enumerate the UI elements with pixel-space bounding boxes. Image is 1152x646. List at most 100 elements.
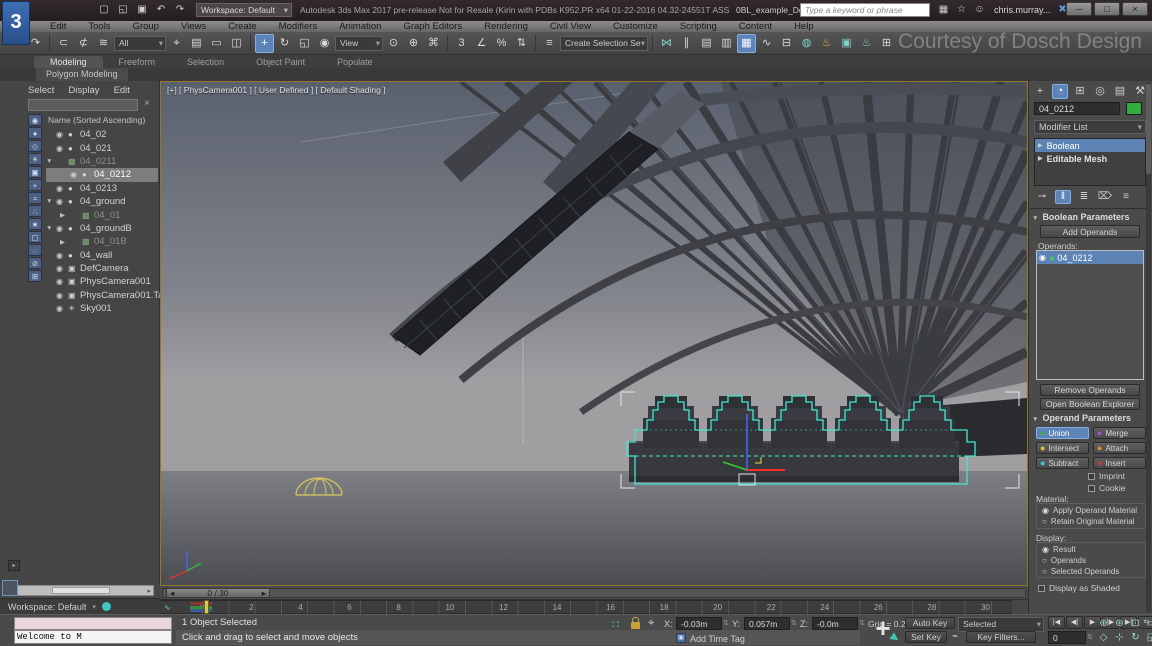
explorer-menu-item[interactable]: Edit <box>114 85 130 96</box>
new-scene-icon[interactable]: ▢ <box>96 3 112 17</box>
coordinate-display-icon[interactable]: ⌖ <box>648 617 654 630</box>
prev-frame-arrow[interactable]: ◂ <box>170 588 174 599</box>
visibility-eye-icon[interactable]: ◉ <box>56 184 68 193</box>
display-as-shaded-checkbox[interactable]: Display as Shaded <box>1038 583 1120 593</box>
snap-3d-icon[interactable]: 3 <box>452 34 471 53</box>
explorer-search-input[interactable] <box>28 99 138 111</box>
ribbon-toggle-icon[interactable]: ▦ <box>737 34 756 53</box>
menu-item[interactable]: Group <box>123 21 169 32</box>
select-move-icon[interactable]: + <box>255 34 274 53</box>
schematic-view-icon[interactable]: ⊟ <box>777 34 796 53</box>
polygon-modeling-panel[interactable]: Polygon Modeling <box>36 68 128 81</box>
menu-item[interactable]: Tools <box>78 21 120 32</box>
radio-icon[interactable]: ○ <box>1042 517 1047 526</box>
track-bar-slider[interactable] <box>204 600 209 614</box>
set-key-button[interactable]: Set Key <box>905 631 947 643</box>
row-04_0211[interactable]: ▼ ▩ 04_0211 <box>46 155 158 168</box>
operands-list[interactable]: ◉ ● 04_0212 <box>1036 250 1144 380</box>
visibility-eye-icon[interactable]: ◉ <box>56 304 68 313</box>
menu-item[interactable]: Customize <box>603 21 668 32</box>
keyboard-override-icon[interactable]: ⌘ <box>424 34 443 53</box>
zoom-extents-icon[interactable]: ⊡ <box>1128 617 1143 630</box>
display-particles-icon[interactable]: ∴ <box>28 205 42 217</box>
add-time-tag[interactable]: Add Time Tag <box>690 634 745 644</box>
visibility-eye-icon[interactable]: ◉ <box>56 277 68 286</box>
rollout-arrow-icon[interactable]: ▶ <box>1038 142 1043 149</box>
zoom-region-icon[interactable]: ▭ <box>1144 617 1152 630</box>
curve-editor-icon[interactable]: ∿ <box>757 34 776 53</box>
unlink-icon[interactable]: ⊄ <box>74 34 93 53</box>
select-rotate-icon[interactable]: ↻ <box>275 34 294 53</box>
workspace-selector[interactable]: Workspace: Default <box>8 602 86 612</box>
display-cameras-icon[interactable]: ▣ <box>28 166 42 178</box>
display-lights-icon[interactable]: ☀ <box>28 153 42 165</box>
menu-item[interactable]: Create <box>218 21 267 32</box>
visibility-eye-icon[interactable]: ◉ <box>56 130 68 139</box>
visibility-eye-icon[interactable]: ◉ <box>56 197 68 206</box>
subtract-button[interactable]: ● Subtract <box>1036 457 1089 469</box>
spinner-snap-icon[interactable]: ⇅ <box>512 34 531 53</box>
tab-hierarchy[interactable]: ⊞ <box>1072 84 1088 99</box>
explorer-menu-item[interactable]: Select <box>28 85 54 96</box>
maxscript-listener-line[interactable]: Welcome to M <box>14 630 172 644</box>
tab-modeling[interactable]: Modeling <box>34 56 103 68</box>
display-hidden-icon[interactable]: ⊘ <box>28 257 42 269</box>
y-coordinate-field[interactable]: 0.057m <box>744 617 790 630</box>
workspace-dropdown[interactable]: Workspace: Default <box>196 3 292 17</box>
imprint-checkbox[interactable]: Imprint <box>1088 471 1125 481</box>
align-icon[interactable]: ∥ <box>677 34 696 53</box>
remove-modifier-icon[interactable]: ⌦ <box>1097 190 1113 204</box>
scene-explorer-toggle-icon[interactable]: ▥ <box>717 34 736 53</box>
pin-stack-icon[interactable]: ⊸ <box>1034 190 1050 204</box>
radio-icon[interactable]: ○ <box>1042 556 1047 565</box>
row-physcamera001[interactable]: ◉ ▣ PhysCamera001 <box>46 275 158 288</box>
radio-icon[interactable]: ◉ <box>1042 545 1049 554</box>
x-coordinate-field[interactable]: -0.03m <box>676 617 722 630</box>
menu-item[interactable]: Modifiers <box>269 21 328 32</box>
expand-arrow-icon[interactable]: ▼ <box>46 158 56 165</box>
row-04_02[interactable]: ◉ ● 04_02 <box>46 128 158 141</box>
display-operands-radio[interactable]: ○Operands <box>1037 555 1145 566</box>
row-04_wall[interactable]: ◉ ● 04_wall <box>46 249 158 262</box>
maximize-button[interactable]: □ <box>1094 2 1120 16</box>
pan-icon[interactable]: ⊹ <box>1112 631 1127 644</box>
stack-boolean[interactable]: ▶ Boolean <box>1035 139 1145 152</box>
operand-row-04_0212[interactable]: ◉ ● 04_0212 <box>1037 251 1143 264</box>
row-sky001[interactable]: ◉ ☀ Sky001 <box>46 302 158 315</box>
angle-snap-icon[interactable]: ∠ <box>472 34 491 53</box>
checkbox-icon[interactable] <box>1088 473 1095 480</box>
expand-arrow-icon[interactable]: ▼ <box>46 225 56 232</box>
display-result-radio[interactable]: ◉Result <box>1037 544 1145 555</box>
isolate-selection-icon[interactable]: ∷ <box>612 618 619 631</box>
visibility-eye-icon[interactable]: ◉ <box>56 144 68 153</box>
rect-region-icon[interactable]: ▭ <box>207 34 226 53</box>
z-coordinate-field[interactable]: -0.0m <box>812 617 858 630</box>
display-selected-operands-radio[interactable]: ○Selected Operands <box>1037 566 1145 577</box>
viewport-layout-tab[interactable] <box>2 580 18 596</box>
rendered-frame-icon[interactable]: ▣ <box>837 34 856 53</box>
tab-freeform[interactable]: Freeform <box>103 56 172 68</box>
visibility-eye-icon[interactable]: ◉ <box>56 224 68 233</box>
fov-icon[interactable]: ◇ <box>1096 631 1111 644</box>
use-pivot-icon[interactable]: ⊙ <box>384 34 403 53</box>
remove-operands-button[interactable]: Remove Operands <box>1040 384 1140 396</box>
keyframe-markers[interactable] <box>190 601 216 613</box>
cookie-checkbox[interactable]: Cookie <box>1088 483 1125 493</box>
viewport-label[interactable]: [+] [ PhysCamera001 ] [ User Defined ] [… <box>167 85 386 95</box>
undo-small-icon[interactable]: ↶ <box>153 3 169 17</box>
mirror-icon[interactable]: ⋈ <box>657 34 676 53</box>
maxscript-mini-listener[interactable] <box>14 617 172 630</box>
tab-display[interactable]: ▤ <box>1112 84 1128 99</box>
radio-icon[interactable]: ◉ <box>1042 506 1049 515</box>
named-selection-dropdown[interactable]: Create Selection Se <box>560 36 648 51</box>
key-filters-button[interactable]: Key Filters... <box>966 631 1036 643</box>
show-end-result-icon[interactable]: ‖ <box>1055 190 1071 204</box>
tab-populate[interactable]: Populate <box>321 56 389 68</box>
visibility-eye-icon[interactable]: ◉ <box>56 291 68 300</box>
time-slider[interactable]: ◂ 0 / 30 ▸ <box>160 586 1028 600</box>
select-scale-icon[interactable]: ◱ <box>295 34 314 53</box>
material-editor-icon[interactable]: ◍ <box>797 34 816 53</box>
auto-key-button[interactable]: Auto Key <box>905 617 955 629</box>
tab-motion[interactable]: ◎ <box>1092 84 1108 99</box>
mini-curve-editor-icon[interactable]: ∿ <box>164 602 176 613</box>
